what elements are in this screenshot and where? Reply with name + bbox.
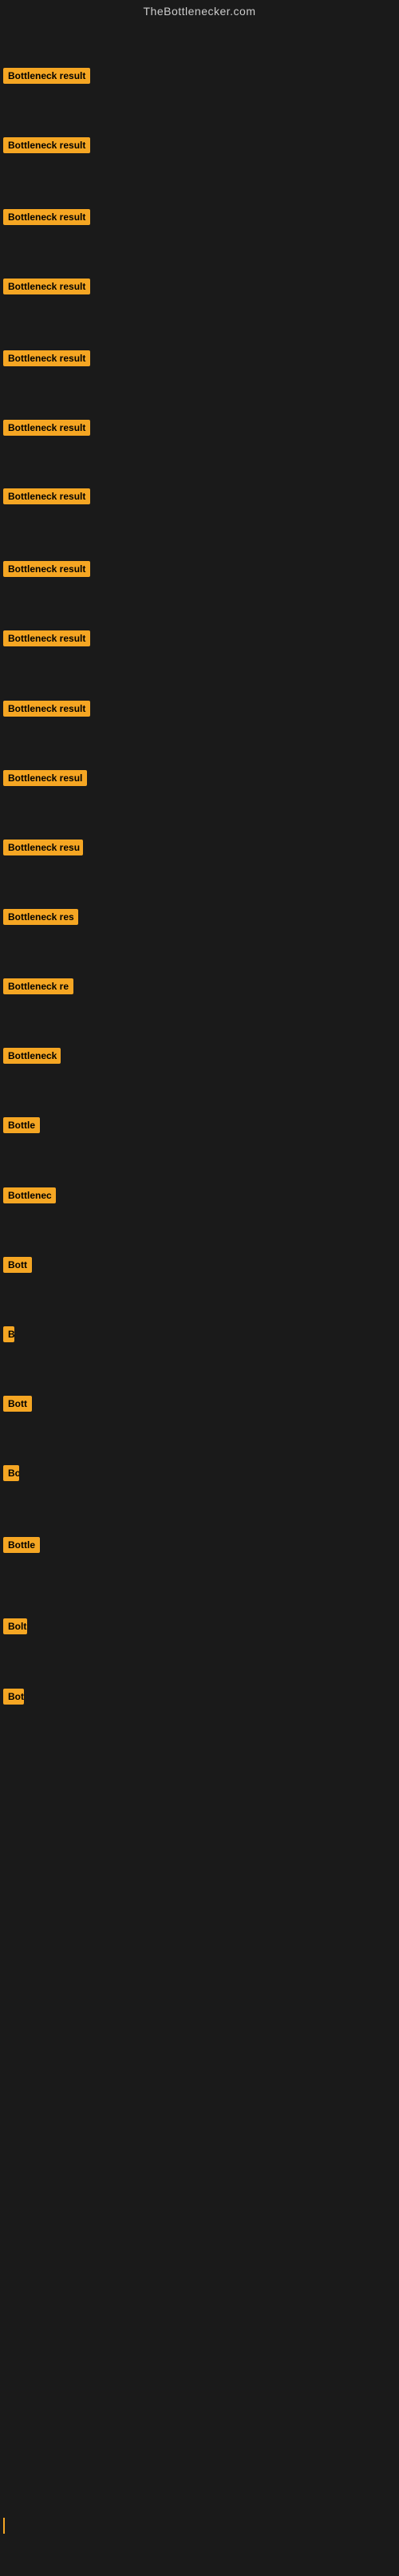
- bottleneck-badge-15[interactable]: Bottleneck: [3, 1048, 61, 1064]
- bottleneck-badge-19[interactable]: B: [3, 1326, 14, 1342]
- bottleneck-badge-18[interactable]: Bott: [3, 1257, 32, 1273]
- bottleneck-badge-3[interactable]: Bottleneck result: [3, 209, 90, 225]
- bottleneck-badge-9[interactable]: Bottleneck result: [3, 630, 90, 646]
- bottleneck-badge-13[interactable]: Bottleneck res: [3, 909, 78, 925]
- site-title: TheBottlenecker.com: [0, 0, 399, 22]
- bottleneck-badge-7[interactable]: Bottleneck result: [3, 488, 90, 504]
- bottleneck-badge-11[interactable]: Bottleneck resul: [3, 770, 87, 786]
- bottleneck-badge-6[interactable]: Bottleneck result: [3, 420, 90, 436]
- cursor-indicator: [3, 2518, 5, 2534]
- bottleneck-badge-22[interactable]: Bottle: [3, 1537, 40, 1553]
- bottleneck-badge-8[interactable]: Bottleneck result: [3, 561, 90, 577]
- bottleneck-badge-20[interactable]: Bott: [3, 1396, 32, 1412]
- bottleneck-badge-5[interactable]: Bottleneck result: [3, 350, 90, 366]
- bottleneck-badge-1[interactable]: Bottleneck result: [3, 68, 90, 84]
- bottleneck-badge-16[interactable]: Bottle: [3, 1117, 40, 1133]
- bottleneck-badge-2[interactable]: Bottleneck result: [3, 137, 90, 153]
- bottleneck-badge-12[interactable]: Bottleneck resu: [3, 840, 83, 855]
- bottleneck-badge-4[interactable]: Bottleneck result: [3, 279, 90, 294]
- bottleneck-badge-17[interactable]: Bottlenec: [3, 1187, 56, 1203]
- bottleneck-badge-10[interactable]: Bottleneck result: [3, 701, 90, 717]
- bottleneck-badge-14[interactable]: Bottleneck re: [3, 978, 73, 994]
- site-header: TheBottlenecker.com: [0, 0, 399, 22]
- bottleneck-badge-23[interactable]: Bolt: [3, 1618, 27, 1634]
- bottleneck-badge-21[interactable]: Bo: [3, 1465, 19, 1481]
- badges-container: Bottleneck result Bottleneck result Bottle…: [0, 22, 399, 2576]
- bottleneck-badge-24[interactable]: Bot: [3, 1689, 24, 1705]
